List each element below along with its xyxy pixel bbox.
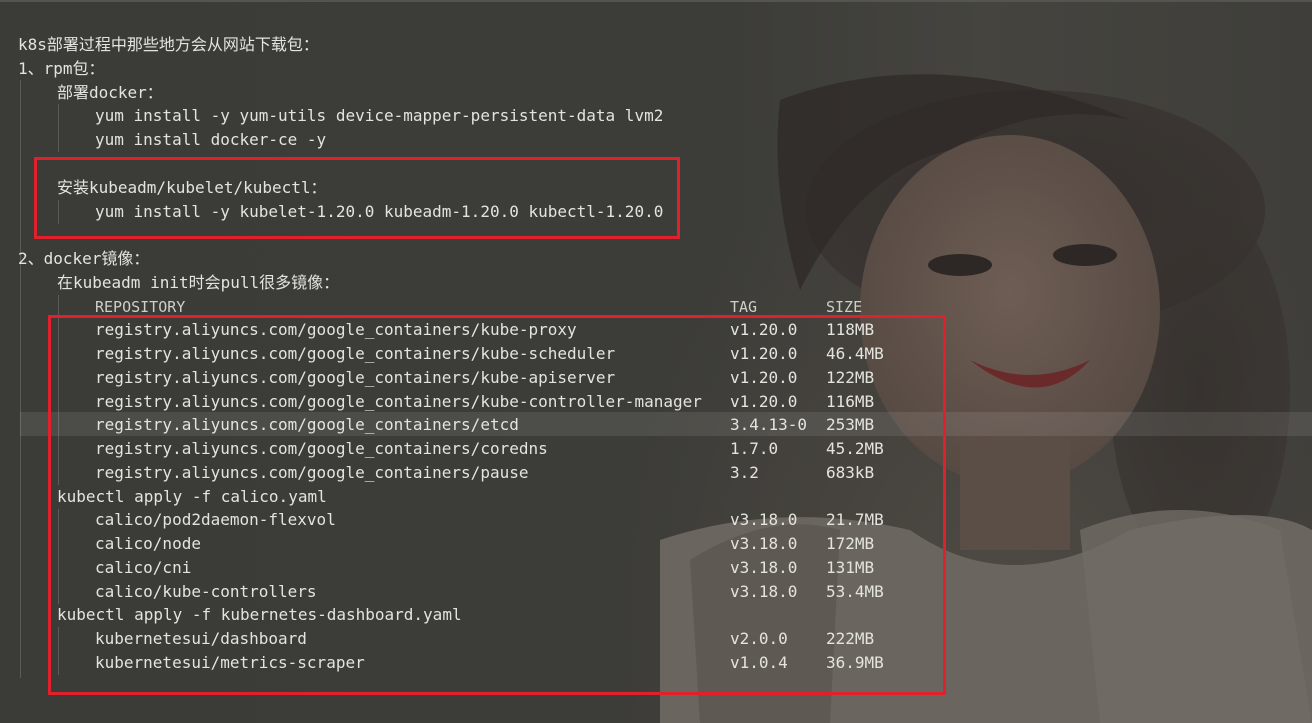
- section1-heading: 1、rpm包：: [18, 59, 105, 78]
- doc-title: k8s部署过程中那些地方会从网站下载包：: [18, 35, 319, 54]
- highlight-box-docker-images: [48, 315, 946, 695]
- indent-guide-level2-docker: [58, 104, 59, 152]
- docker-command-1: yum install -y yum-utils device-mapper-p…: [95, 106, 664, 125]
- docker-command-2: yum install docker-ce -y: [95, 130, 327, 149]
- section2-heading: 2、docker镜像：: [18, 249, 150, 268]
- init-label: 在kubeadm init时会pull很多镜像：: [57, 273, 340, 292]
- indent-guide-level1: [20, 80, 21, 678]
- highlight-box-kube-install: [34, 157, 680, 239]
- editor-top-border: [0, 0, 1312, 2]
- docker-label: 部署docker：: [57, 83, 163, 102]
